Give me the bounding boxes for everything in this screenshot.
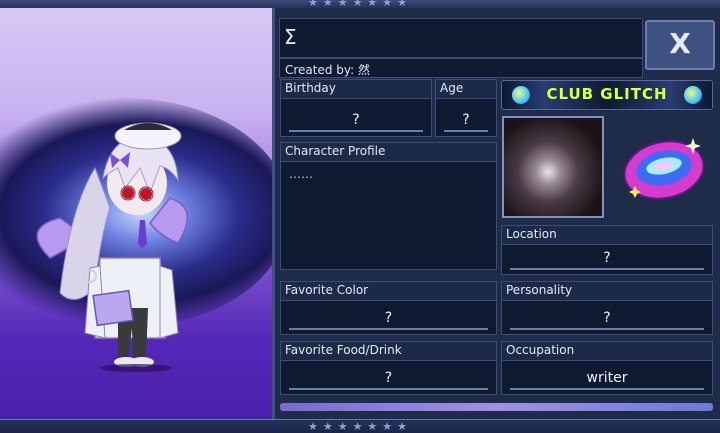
personality-underline (510, 328, 704, 330)
occupation-field[interactable]: Occupation writer (501, 341, 713, 395)
favorite-food-value: ? (384, 370, 393, 386)
occupation-label: Occupation (502, 342, 712, 361)
occupation-value: writer (586, 370, 628, 386)
favorite-color-label: Favorite Color (281, 282, 496, 301)
club-emblem-icon (623, 138, 705, 200)
age-field[interactable]: Age ? (435, 79, 497, 137)
occupation-underline (510, 388, 704, 390)
age-underline (444, 130, 488, 132)
personality-label: Personality (502, 282, 712, 301)
bottom-star-row: ★★★★★★★ (307, 420, 413, 433)
birthday-underline (289, 130, 423, 132)
location-underline (510, 268, 704, 270)
character-profile-field[interactable]: Character Profile …… (280, 142, 497, 270)
character-illustration (36, 122, 188, 372)
favorite-food-label: Favorite Food/Drink (281, 342, 496, 361)
character-scene (0, 8, 272, 420)
club-logo-icon (684, 86, 702, 104)
birthday-label: Birthday (281, 80, 431, 99)
character-profile-label: Character Profile (281, 143, 496, 162)
close-icon: X (669, 27, 691, 60)
favorite-food-underline (289, 388, 488, 390)
club-banner[interactable]: CLUB GLITCH (501, 80, 713, 110)
favorite-color-value: ? (384, 310, 393, 326)
personality-field[interactable]: Personality ? (501, 281, 713, 335)
location-label: Location (502, 226, 712, 245)
profile-panel: Σ Created by: 然 X Birthday ? Age ? Chara… (272, 8, 720, 420)
title-bar: Σ (279, 18, 643, 58)
created-by-label: Created by: 然 (279, 58, 643, 78)
birthday-value: ? (352, 112, 360, 128)
character-name: Σ (284, 25, 297, 49)
age-value: ? (462, 112, 470, 128)
character-profile-text: …… (289, 167, 313, 181)
favorite-color-underline (289, 328, 488, 330)
close-button[interactable]: X (645, 20, 715, 70)
favorite-food-field[interactable]: Favorite Food/Drink ? (280, 341, 497, 395)
club-name: CLUB GLITCH (546, 85, 668, 103)
character-photo (502, 116, 604, 218)
panel-footer-bar (280, 403, 713, 411)
favorite-color-field[interactable]: Favorite Color ? (280, 281, 497, 335)
personality-value: ? (603, 310, 611, 326)
location-field[interactable]: Location ? (501, 225, 713, 275)
age-label: Age (436, 80, 496, 99)
birthday-field[interactable]: Birthday ? (280, 79, 432, 137)
location-value: ? (603, 250, 611, 266)
